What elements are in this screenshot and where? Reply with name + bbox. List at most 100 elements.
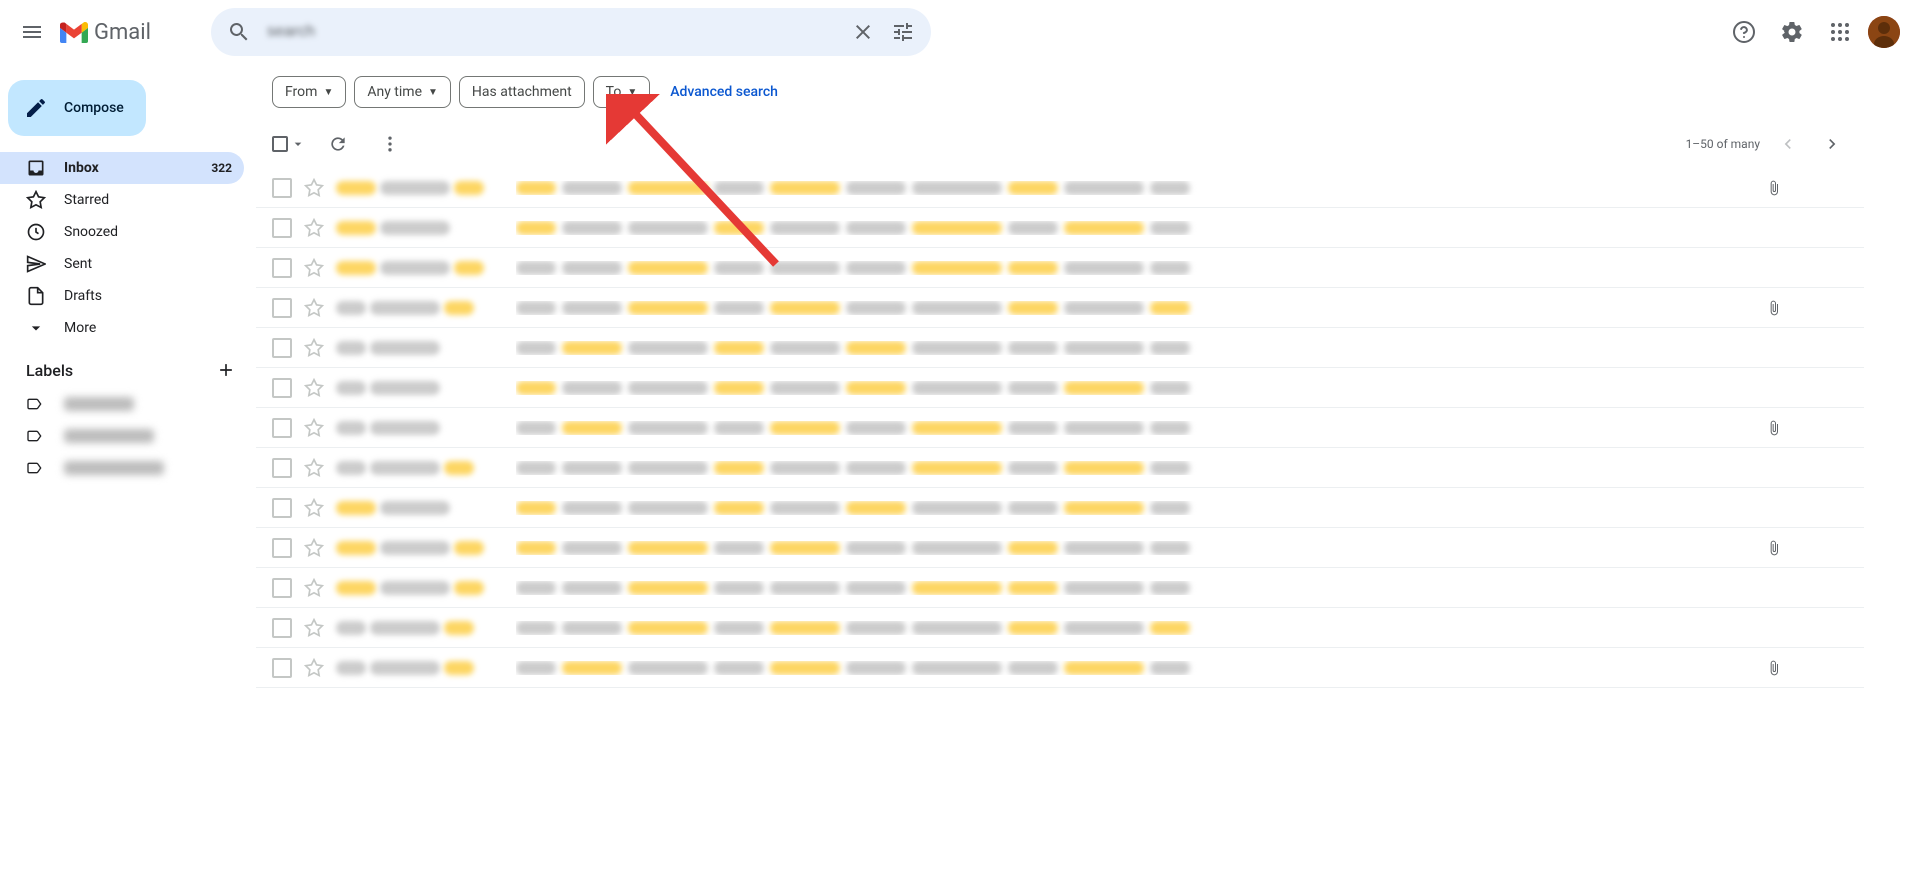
chip-label: From — [285, 84, 317, 100]
row-star[interactable] — [304, 418, 324, 438]
compose-label: Compose — [64, 100, 124, 116]
filter-chip-to[interactable]: To ▼ — [593, 76, 651, 108]
nav-label: Drafts — [64, 288, 232, 304]
gear-icon — [1780, 20, 1804, 44]
label-item[interactable] — [0, 452, 256, 484]
sidebar-item-snoozed[interactable]: Snoozed — [0, 216, 244, 248]
email-row[interactable] — [256, 448, 1864, 488]
row-checkbox[interactable] — [272, 218, 292, 238]
row-checkbox[interactable] — [272, 538, 292, 558]
support-button[interactable] — [1724, 12, 1764, 52]
row-star[interactable] — [304, 178, 324, 198]
sidebar-item-starred[interactable]: Starred — [0, 184, 244, 216]
row-star[interactable] — [304, 378, 324, 398]
row-checkbox[interactable] — [272, 378, 292, 398]
row-checkbox[interactable] — [272, 338, 292, 358]
row-checkbox[interactable] — [272, 178, 292, 198]
email-row[interactable] — [256, 648, 1864, 688]
filter-chip-attachment[interactable]: Has attachment — [459, 76, 585, 108]
row-star[interactable] — [304, 658, 324, 678]
compose-button[interactable]: Compose — [8, 80, 146, 136]
chevron-down-icon: ▼ — [428, 87, 438, 98]
row-checkbox[interactable] — [272, 658, 292, 678]
label-text-blurred — [64, 461, 164, 475]
refresh-button[interactable] — [318, 124, 358, 164]
apps-button[interactable] — [1820, 12, 1860, 52]
avatar-image — [1868, 16, 1900, 48]
email-row[interactable] — [256, 608, 1864, 648]
account-avatar[interactable] — [1868, 16, 1900, 48]
settings-button[interactable] — [1772, 12, 1812, 52]
email-row[interactable] — [256, 168, 1864, 208]
sidebar-item-inbox[interactable]: Inbox 322 — [0, 152, 244, 184]
row-sender-blurred — [336, 221, 516, 235]
select-all-checkbox[interactable] — [272, 136, 288, 152]
row-sender-blurred — [336, 181, 516, 195]
label-item[interactable] — [0, 420, 256, 452]
email-row[interactable] — [256, 568, 1864, 608]
row-checkbox[interactable] — [272, 458, 292, 478]
row-checkbox[interactable] — [272, 578, 292, 598]
row-subject-blurred — [516, 221, 1788, 235]
row-star[interactable] — [304, 258, 324, 278]
star-outline-icon — [304, 658, 324, 678]
add-label-button[interactable] — [216, 360, 236, 380]
search-button[interactable] — [219, 12, 259, 52]
pager: 1–50 of many — [1686, 128, 1848, 160]
filter-chip-from[interactable]: From ▼ — [272, 76, 346, 108]
email-row[interactable] — [256, 488, 1864, 528]
row-checkbox[interactable] — [272, 418, 292, 438]
row-star[interactable] — [304, 538, 324, 558]
star-outline-icon — [304, 498, 324, 518]
row-star[interactable] — [304, 298, 324, 318]
label-item[interactable] — [0, 388, 256, 420]
pencil-icon — [24, 96, 48, 120]
search-options-button[interactable] — [883, 12, 923, 52]
gmail-logo[interactable]: Gmail — [60, 20, 151, 45]
row-subject-blurred — [516, 341, 1788, 355]
row-star[interactable] — [304, 218, 324, 238]
row-checkbox[interactable] — [272, 618, 292, 638]
row-star[interactable] — [304, 618, 324, 638]
email-row[interactable] — [256, 528, 1864, 568]
email-row[interactable] — [256, 328, 1864, 368]
main-menu-button[interactable] — [8, 8, 56, 56]
star-outline-icon — [304, 458, 324, 478]
select-dropdown-button[interactable] — [290, 136, 306, 152]
star-outline-icon — [304, 258, 324, 278]
advanced-search-link[interactable]: Advanced search — [670, 84, 778, 100]
pager-next-button[interactable] — [1816, 128, 1848, 160]
email-row[interactable] — [256, 288, 1864, 328]
sidebar-item-sent[interactable]: Sent — [0, 248, 244, 280]
clear-search-button[interactable] — [843, 12, 883, 52]
label-icon — [26, 428, 42, 444]
label-icon — [26, 460, 42, 476]
email-row[interactable] — [256, 248, 1864, 288]
attachment-icon — [1766, 300, 1782, 316]
row-checkbox[interactable] — [272, 258, 292, 278]
sidebar-item-more[interactable]: More — [0, 312, 244, 344]
star-icon — [26, 190, 46, 210]
email-row[interactable] — [256, 368, 1864, 408]
filter-chip-anytime[interactable]: Any time ▼ — [354, 76, 451, 108]
row-checkbox[interactable] — [272, 298, 292, 318]
email-row[interactable] — [256, 408, 1864, 448]
sidebar-item-drafts[interactable]: Drafts — [0, 280, 244, 312]
search-input[interactable] — [259, 23, 843, 41]
email-row[interactable] — [256, 208, 1864, 248]
row-star[interactable] — [304, 458, 324, 478]
more-vert-icon — [380, 134, 400, 154]
row-sender-blurred — [336, 261, 516, 275]
nav-label: Snoozed — [64, 224, 232, 240]
row-star[interactable] — [304, 338, 324, 358]
filter-chips-row: From ▼ Any time ▼ Has attachment To ▼ Ad… — [256, 64, 1864, 120]
chevron-left-icon — [1778, 134, 1798, 154]
pager-prev-button — [1772, 128, 1804, 160]
label-text-blurred — [64, 397, 134, 411]
more-actions-button[interactable] — [370, 124, 410, 164]
row-checkbox[interactable] — [272, 498, 292, 518]
nav-count: 322 — [211, 161, 232, 175]
row-star[interactable] — [304, 578, 324, 598]
row-star[interactable] — [304, 498, 324, 518]
star-outline-icon — [304, 538, 324, 558]
